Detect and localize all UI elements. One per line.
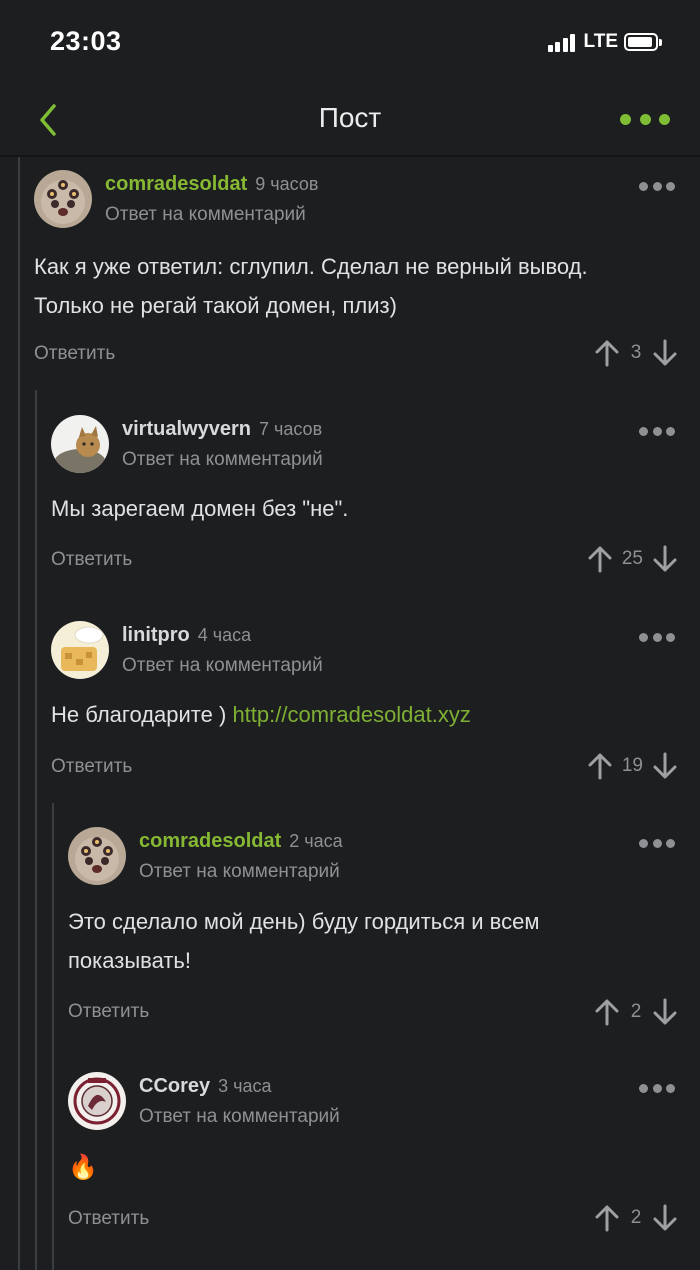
emblem-avatar-image — [68, 1072, 126, 1130]
comment: CCorey 3 часа Ответ на комментарий 🔥 Отве… — [68, 1072, 700, 1242]
nav-bar: Пост — [0, 84, 700, 156]
arrow-up-icon[interactable] — [588, 752, 612, 780]
vote-controls: 25 — [588, 545, 677, 573]
username[interactable]: virtualwyvern 7 часов — [122, 418, 322, 441]
avatar[interactable] — [68, 1072, 126, 1130]
page-title: Пост — [318, 102, 382, 133]
arrow-down-icon[interactable] — [653, 339, 677, 367]
dot — [620, 113, 631, 125]
comment: comradesoldat 9 часов Ответ на комментари… — [34, 170, 700, 370]
more-options-button[interactable] — [620, 104, 670, 134]
comment-menu-button[interactable] — [639, 1082, 675, 1094]
arrow-up-icon[interactable] — [595, 998, 619, 1026]
username[interactable]: comradesoldat 2 часа — [139, 830, 343, 853]
comment-time: 2 часа — [289, 831, 343, 851]
status-indicators: LTE — [547, 31, 662, 53]
comment: comradesoldat 2 часа Ответ на комментарий… — [68, 827, 700, 1027]
comment: linitpro 4 часа Ответ на комментарий Не б… — [51, 621, 700, 791]
cartoon-avatar-image — [51, 621, 109, 679]
reply-note: Ответ на комментарий — [122, 655, 323, 676]
comment-menu-button[interactable] — [639, 631, 675, 643]
avatar[interactable] — [51, 415, 109, 473]
avatar[interactable] — [68, 827, 126, 885]
comment-time: 3 часа — [218, 1076, 272, 1096]
cat-avatar-image — [34, 170, 92, 228]
vote-count: 25 — [621, 548, 643, 569]
comment-text: Это сделало мой день) буду гордиться и в… — [68, 909, 540, 973]
comment-text: Не благодарите ) http://comradesoldat.xy… — [51, 702, 471, 727]
vote-controls: 3 — [595, 339, 677, 367]
vote-count: 2 — [630, 1207, 642, 1228]
reply-button[interactable]: Ответить — [68, 1001, 149, 1023]
comment-menu-button[interactable] — [639, 837, 675, 849]
dot — [639, 113, 651, 125]
network-type: LTE — [583, 31, 618, 52]
arrow-down-icon[interactable] — [653, 998, 677, 1026]
comment-menu-button[interactable] — [639, 180, 675, 192]
avatar[interactable] — [34, 170, 92, 228]
arrow-down-icon[interactable] — [653, 1204, 677, 1232]
status-bar: 23:03 LTE — [0, 0, 700, 84]
vote-count: 2 — [630, 1001, 642, 1022]
reply-note: Ответ на комментарий — [122, 449, 323, 470]
comment-text: Мы зарегаем домен без "не". — [51, 496, 349, 521]
cat-avatar-image — [68, 827, 126, 885]
arrow-up-icon[interactable] — [595, 1204, 619, 1232]
reply-note: Ответ на комментарий — [139, 861, 340, 882]
arrow-down-icon[interactable] — [653, 752, 677, 780]
thread-line-level-1 — [18, 157, 20, 1270]
comment: virtualwyvern 7 часов Ответ на комментари… — [51, 415, 700, 585]
comment-time: 4 часа — [197, 625, 252, 645]
battery-icon — [624, 33, 662, 51]
reply-button[interactable]: Ответить — [34, 343, 115, 365]
nav-divider — [0, 155, 700, 157]
arrow-up-icon[interactable] — [588, 545, 612, 573]
username[interactable]: CCorey 3 часа — [139, 1075, 272, 1098]
dot — [659, 113, 670, 125]
comment-text: Как я уже ответил: сглупил. Сделал не ве… — [34, 254, 588, 318]
comment-time: 9 часов — [255, 174, 319, 194]
status-time: 23:03 — [50, 26, 122, 56]
comment-menu-button[interactable] — [639, 425, 675, 437]
thread-line-level-2 — [35, 390, 37, 1270]
reply-button[interactable]: Ответить — [68, 1208, 149, 1230]
reply-button[interactable]: Ответить — [51, 756, 132, 778]
reply-note: Ответ на комментарий — [139, 1106, 340, 1127]
signal-icon — [547, 32, 578, 52]
vote-count: 19 — [621, 755, 643, 776]
reply-button[interactable]: Ответить — [51, 549, 132, 571]
thread-line-level-3 — [52, 803, 54, 1270]
vote-controls: 2 — [595, 998, 677, 1026]
avatar[interactable] — [51, 621, 109, 679]
username[interactable]: comradesoldat 9 часов — [105, 173, 318, 196]
comment-time: 7 часов — [258, 419, 323, 439]
vote-controls: 2 — [595, 1204, 677, 1232]
username[interactable]: linitpro 4 часа — [122, 624, 251, 647]
cat-avatar-image — [51, 415, 109, 473]
comment-text: 🔥 — [68, 1154, 98, 1181]
arrow-up-icon[interactable] — [595, 339, 619, 367]
reply-note: Ответ на комментарий — [105, 204, 306, 225]
vote-count: 3 — [630, 342, 642, 363]
comment-link[interactable]: http://comradesoldat.xyz — [232, 702, 470, 727]
arrow-down-icon[interactable] — [653, 545, 677, 573]
vote-controls: 19 — [588, 752, 677, 780]
